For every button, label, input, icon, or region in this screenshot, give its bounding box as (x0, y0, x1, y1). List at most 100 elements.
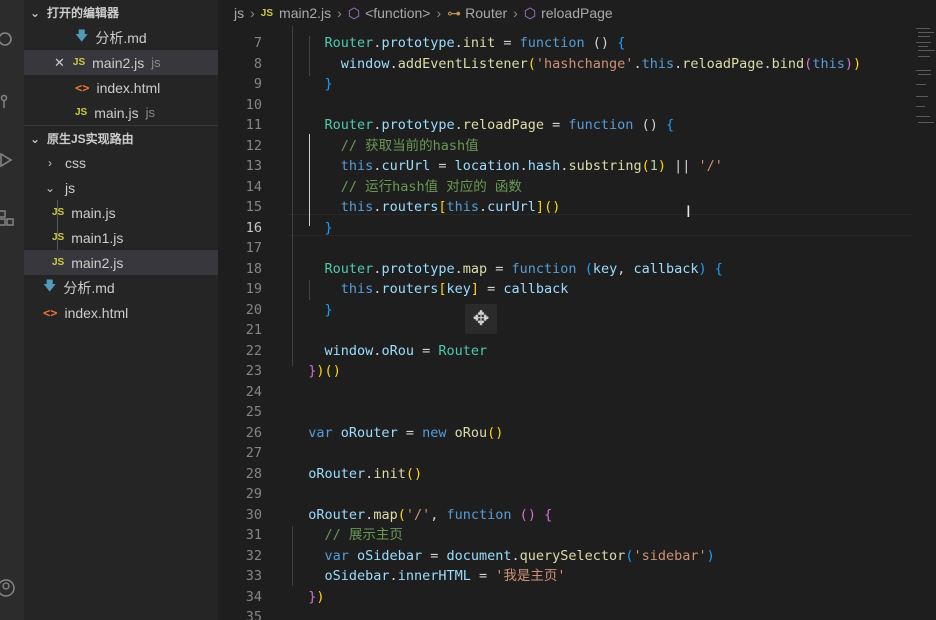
open-editors-header[interactable]: ⌄ 打开的编辑器 (24, 0, 218, 25)
account-icon[interactable] (0, 578, 16, 598)
code-line[interactable]: 10 (218, 95, 936, 115)
code-line[interactable]: 9 } (218, 74, 936, 94)
code-token: routers (381, 281, 439, 297)
code-line[interactable]: 24 (218, 382, 936, 402)
tree-file[interactable]: 🡇 分析.md (24, 275, 218, 300)
js-file-icon: JS (260, 7, 274, 19)
open-editor-item-active[interactable]: ✕ JS main2.js js (24, 50, 218, 75)
tree-file[interactable]: JS main.js (24, 200, 218, 225)
code-token: ) (316, 588, 325, 605)
code-text: oSidebar.innerHTML = '我是主页' (292, 566, 566, 586)
code-line[interactable]: 7 Router.prototype.init = function () { (218, 33, 936, 53)
chevron-right-icon: › (436, 5, 442, 21)
open-editor-item[interactable]: JS main.js js (24, 100, 218, 125)
code-line[interactable]: 28 oRouter.init() (218, 464, 936, 484)
code-line[interactable]: 11 Router.prototype.reloadPage = functio… (218, 115, 936, 135)
code-token: ) (698, 260, 707, 277)
search-icon[interactable] (0, 30, 16, 50)
code-token: key (592, 260, 618, 277)
code-line[interactable]: 35 (218, 607, 936, 620)
tree-file[interactable]: <> index.html (24, 300, 218, 325)
code-token: ) (706, 547, 715, 564)
code-text: } (292, 74, 333, 94)
code-line[interactable]: 16 } (218, 218, 936, 238)
code-token: // 运行hash值 对应的 函数 (340, 178, 522, 195)
code-line[interactable]: 20 } (218, 300, 936, 320)
tree-file[interactable]: JS main1.js (24, 225, 218, 250)
code-line[interactable]: 34 }) (218, 587, 936, 607)
minimap[interactable] (914, 26, 936, 136)
code-token: . (519, 158, 528, 174)
open-editor-item[interactable]: 🡇 分析.md (24, 25, 218, 50)
code-line[interactable]: 29 (218, 484, 936, 504)
code-token: { (544, 506, 553, 523)
code-line[interactable]: 19 this.routers[key] = callback (218, 279, 936, 299)
code-token: window (340, 55, 390, 72)
line-number: 33 (245, 568, 262, 584)
line-number: 14 (245, 178, 262, 195)
code-line[interactable]: 26 var oRouter = new oRou() (218, 423, 936, 443)
code-token: ) (552, 199, 561, 215)
code-token: querySelector (519, 547, 626, 564)
js-file-icon: JS (72, 57, 86, 68)
code-line[interactable]: 8 window.addEventListener('hashchange'.t… (218, 54, 936, 74)
code-token: () (584, 35, 618, 51)
project-folder-header[interactable]: ⌄ 原生JS实现路由 (24, 126, 218, 151)
code-text: oRouter.init() (292, 464, 422, 484)
code-text: window.addEventListener('hashchange'.thi… (292, 54, 861, 74)
code-line[interactable]: 33 oSidebar.innerHTML = '我是主页' (218, 566, 936, 586)
project-folder-title: 原生JS实现路由 (47, 132, 134, 146)
code-token: callback (503, 281, 569, 297)
line-number: 27 (245, 445, 262, 461)
source-control-icon[interactable] (0, 92, 16, 112)
breadcrumb-symbol[interactable]: reloadPage (541, 5, 613, 21)
breadcrumb-folder[interactable]: js (234, 5, 244, 21)
chevron-down-icon: ⌄ (29, 131, 41, 146)
extensions-icon[interactable] (0, 208, 16, 228)
code-editor[interactable]: 7 Router.prototype.init = function () {8… (218, 26, 936, 620)
run-debug-icon[interactable] (0, 150, 16, 170)
breadcrumb-symbol[interactable]: <function> (365, 5, 430, 21)
code-line[interactable]: 25 (218, 402, 936, 422)
code-line[interactable]: 30 oRouter.map('/', function () { (218, 505, 936, 525)
code-line[interactable]: 15 this.routers[this.curUrl]() (218, 197, 936, 217)
breadcrumb-symbol[interactable]: Router (465, 5, 507, 21)
line-number: 13 (245, 158, 262, 174)
tree-folder-js[interactable]: ⌄ js (24, 175, 218, 200)
code-line[interactable]: 27 (218, 443, 936, 463)
explorer-sidebar: ⌄ 打开的编辑器 🡇 分析.md ✕ JS main2.js js <> ind… (24, 0, 218, 620)
code-line[interactable]: 22 window.oRou = Router (218, 341, 936, 361)
code-token: reloadPage (682, 55, 764, 72)
line-number: 16 (245, 219, 262, 236)
code-line[interactable]: 18 Router.prototype.map = function (key,… (218, 259, 936, 279)
code-line[interactable]: 21 (218, 320, 936, 340)
tree-folder-css[interactable]: › css (24, 150, 218, 175)
code-line[interactable]: 17 (218, 238, 936, 258)
code-line[interactable]: 32 var oSidebar = document.querySelector… (218, 546, 936, 566)
code-token: ) (527, 506, 536, 523)
code-line[interactable]: 13 this.curUrl = location.hash.substring… (218, 156, 936, 176)
breadcrumb-file[interactable]: main2.js (279, 5, 331, 21)
open-editor-item[interactable]: <> index.html (24, 75, 218, 100)
code-token: routers (381, 199, 439, 215)
code-token: . (454, 117, 463, 133)
code-line[interactable]: 31 // 展示主页 (218, 525, 936, 545)
tree-file-label: main2.js (71, 254, 124, 271)
code-line[interactable]: 14 // 运行hash值 对应的 函数 (218, 177, 936, 197)
code-token: function (519, 35, 585, 51)
html-file-icon: <> (75, 80, 90, 95)
tree-file-selected[interactable]: JS main2.js (24, 250, 218, 275)
line-number: 22 (245, 342, 262, 359)
code-line[interactable]: 23 })() (218, 361, 936, 381)
code-token: this (812, 55, 845, 72)
code-line[interactable]: 12 // 获取当前的hash值 (218, 136, 936, 156)
code-token: Router (324, 260, 374, 277)
code-text: var oSidebar = document.querySelector('s… (292, 546, 715, 566)
close-icon[interactable]: ✕ (54, 55, 65, 71)
